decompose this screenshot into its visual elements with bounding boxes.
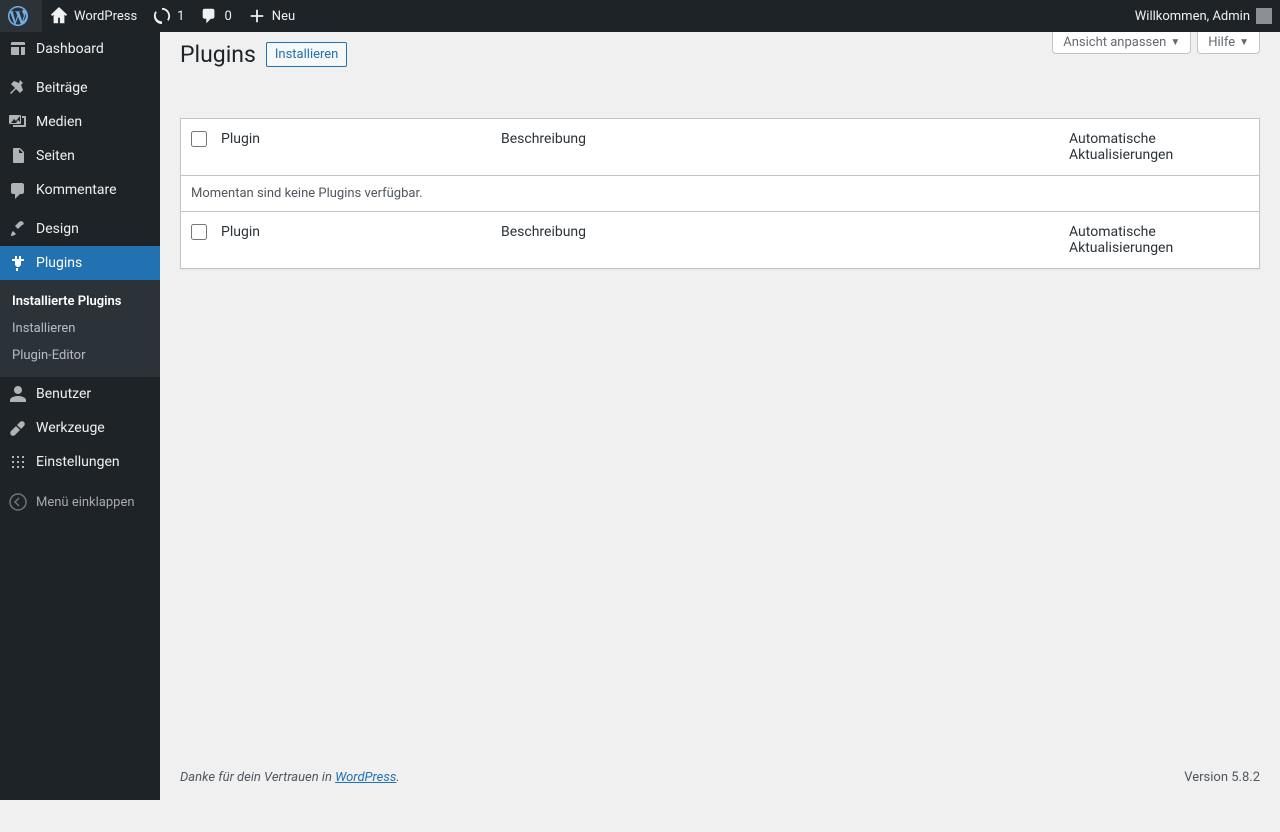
footer-wordpress-link[interactable]: WordPress	[335, 770, 396, 785]
collapse-menu-button[interactable]: Menü einklappen	[0, 484, 160, 520]
chevron-down-icon: ▼	[1170, 37, 1180, 48]
select-all-footer	[181, 211, 211, 268]
wordpress-logo-icon	[8, 6, 28, 26]
screen-options-toggle[interactable]: Ansicht anpassen ▼	[1052, 32, 1191, 54]
sidebar-item-dashboard[interactable]: Dashboard	[0, 32, 160, 66]
plus-icon	[248, 7, 266, 25]
sidebar-item-label: Dashboard	[36, 41, 104, 57]
comment-icon	[8, 180, 28, 200]
my-account-menu[interactable]: Willkommen, Admin	[1127, 0, 1280, 32]
footer-thanks-prefix: Danke für dein Vertrauen in	[180, 770, 335, 785]
column-auto-updates-footer[interactable]: Automatische Aktualisierungen	[1059, 211, 1259, 268]
sidebar-item-label: Werkzeuge	[36, 420, 105, 436]
pin-icon	[8, 78, 28, 98]
footer-version: Version 5.8.2	[1184, 770, 1260, 785]
column-plugin-footer[interactable]: Plugin	[211, 211, 491, 268]
user-icon	[8, 384, 28, 404]
footer-thanks: Danke für dein Vertrauen in WordPress.	[180, 770, 400, 785]
sidebar-item-label: Kommentare	[36, 182, 117, 198]
comments-menu[interactable]: 0	[192, 0, 239, 32]
sidebar-item-tools[interactable]: Werkzeuge	[0, 411, 160, 445]
admin-sidebar: Dashboard Beiträge Medien Seiten Komment…	[0, 32, 160, 800]
empty-message: Momentan sind keine Plugins verfügbar.	[181, 176, 1259, 211]
plugins-table: Plugin Beschreibung Automatische Aktuali…	[180, 118, 1260, 269]
submenu-installed-plugins[interactable]: Installierte Plugins	[0, 288, 160, 315]
column-auto-updates[interactable]: Automatische Aktualisierungen	[1059, 119, 1259, 176]
content-area: Plugins Installieren Plugin Beschreibung…	[160, 32, 1280, 800]
help-toggle[interactable]: Hilfe ▼	[1197, 32, 1260, 54]
site-name-menu[interactable]: WordPress	[42, 0, 145, 32]
wrench-icon	[8, 418, 28, 438]
sidebar-item-label: Seiten	[36, 148, 75, 164]
sidebar-item-label: Einstellungen	[36, 454, 120, 470]
update-icon	[153, 7, 171, 25]
sidebar-item-label: Beiträge	[36, 80, 88, 96]
avatar-icon	[1256, 8, 1272, 24]
sidebar-item-appearance[interactable]: Design	[0, 212, 160, 246]
sidebar-item-posts[interactable]: Beiträge	[0, 71, 160, 105]
footer-thanks-suffix: .	[396, 770, 399, 785]
sidebar-item-plugins[interactable]: Plugins	[0, 246, 160, 280]
site-name-label: WordPress	[74, 9, 137, 24]
help-label: Hilfe	[1208, 35, 1235, 50]
chevron-down-icon: ▼	[1239, 37, 1249, 48]
sidebar-item-users[interactable]: Benutzer	[0, 377, 160, 411]
install-plugin-button[interactable]: Installieren	[266, 42, 347, 67]
sidebar-item-media[interactable]: Medien	[0, 105, 160, 139]
column-description-footer[interactable]: Beschreibung	[491, 211, 1059, 268]
page-icon	[8, 146, 28, 166]
admin-bar: WordPress 1 0 Neu Willkommen, Admin	[0, 0, 1280, 32]
brush-icon	[8, 219, 28, 239]
page-title: Plugins	[180, 41, 256, 68]
collapse-label: Menü einklappen	[36, 495, 135, 510]
wp-logo-menu[interactable]	[0, 0, 42, 32]
comment-icon	[200, 7, 218, 25]
empty-row: Momentan sind keine Plugins verfügbar.	[181, 176, 1259, 211]
greeting-label: Willkommen, Admin	[1135, 9, 1250, 24]
new-label: Neu	[272, 9, 295, 24]
submenu-install[interactable]: Installieren	[0, 315, 160, 342]
media-icon	[8, 112, 28, 132]
collapse-icon	[8, 492, 28, 512]
sidebar-item-settings[interactable]: Einstellungen	[0, 445, 160, 479]
plugin-icon	[8, 253, 28, 273]
home-icon	[50, 7, 68, 25]
sidebar-item-label: Design	[36, 221, 79, 237]
sidebar-item-comments[interactable]: Kommentare	[0, 173, 160, 207]
footer: Danke für dein Vertrauen in WordPress. V…	[160, 755, 1280, 800]
comments-count: 0	[224, 9, 231, 24]
sidebar-item-pages[interactable]: Seiten	[0, 139, 160, 173]
updates-count: 1	[177, 9, 184, 24]
sidebar-item-label: Medien	[36, 114, 82, 130]
column-description[interactable]: Beschreibung	[491, 119, 1059, 176]
select-all-header	[181, 119, 211, 176]
screen-meta-links: Ansicht anpassen ▼ Hilfe ▼	[1052, 32, 1260, 54]
select-all-checkbox-footer[interactable]	[191, 224, 207, 240]
screen-options-label: Ansicht anpassen	[1063, 35, 1166, 50]
new-content-menu[interactable]: Neu	[240, 0, 303, 32]
select-all-checkbox[interactable]	[191, 131, 207, 147]
dashboard-icon	[8, 39, 28, 59]
column-plugin[interactable]: Plugin	[211, 119, 491, 176]
sidebar-item-label: Plugins	[36, 255, 82, 271]
plugins-submenu: Installierte Plugins Installieren Plugin…	[0, 280, 160, 377]
settings-icon	[8, 452, 28, 472]
submenu-plugin-editor[interactable]: Plugin-Editor	[0, 342, 160, 369]
sidebar-item-label: Benutzer	[36, 386, 91, 402]
updates-menu[interactable]: 1	[145, 0, 192, 32]
